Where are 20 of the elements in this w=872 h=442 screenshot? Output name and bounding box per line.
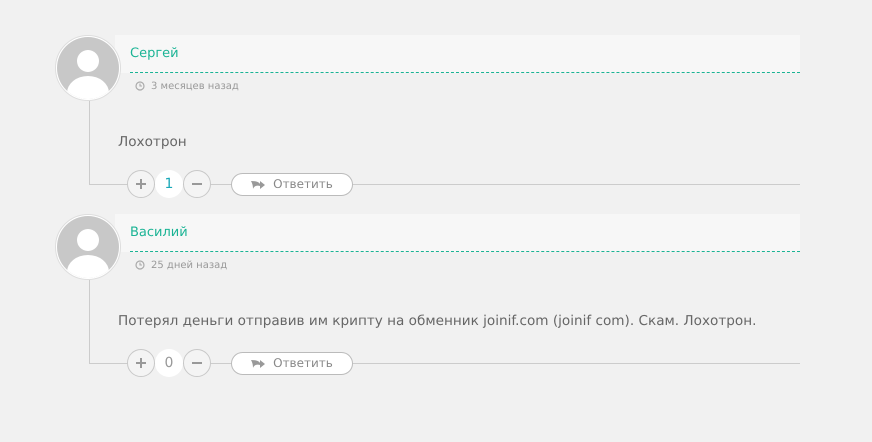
comment-time: 3 месяцев назад [151, 80, 239, 92]
author-name[interactable]: Сергей [130, 46, 179, 61]
downvote-button[interactable] [183, 349, 211, 377]
upvote-button[interactable] [127, 349, 155, 377]
downvote-button[interactable] [183, 170, 211, 198]
reply-arrow-icon [251, 358, 266, 368]
clock-icon [135, 260, 145, 270]
plus-icon [135, 178, 147, 190]
comment-time: 25 дней назад [151, 260, 228, 270]
author-name[interactable]: Василий [130, 225, 188, 240]
upvote-button[interactable] [127, 170, 155, 198]
comment-text: Потерял деньги отправив им крипту на обменник joinif.com (joinif com). Скам. Лохотрон. [118, 313, 756, 329]
reply-arrow-icon [251, 179, 266, 189]
reply-button[interactable]: Ответить [231, 172, 353, 196]
vote-score: 0 [155, 349, 183, 377]
plus-icon [135, 357, 147, 369]
vote-score: 1 [155, 170, 183, 198]
comment-text: Лохотрон [118, 134, 187, 150]
reply-button[interactable]: Ответить [231, 352, 353, 374]
clock-icon [135, 81, 145, 91]
